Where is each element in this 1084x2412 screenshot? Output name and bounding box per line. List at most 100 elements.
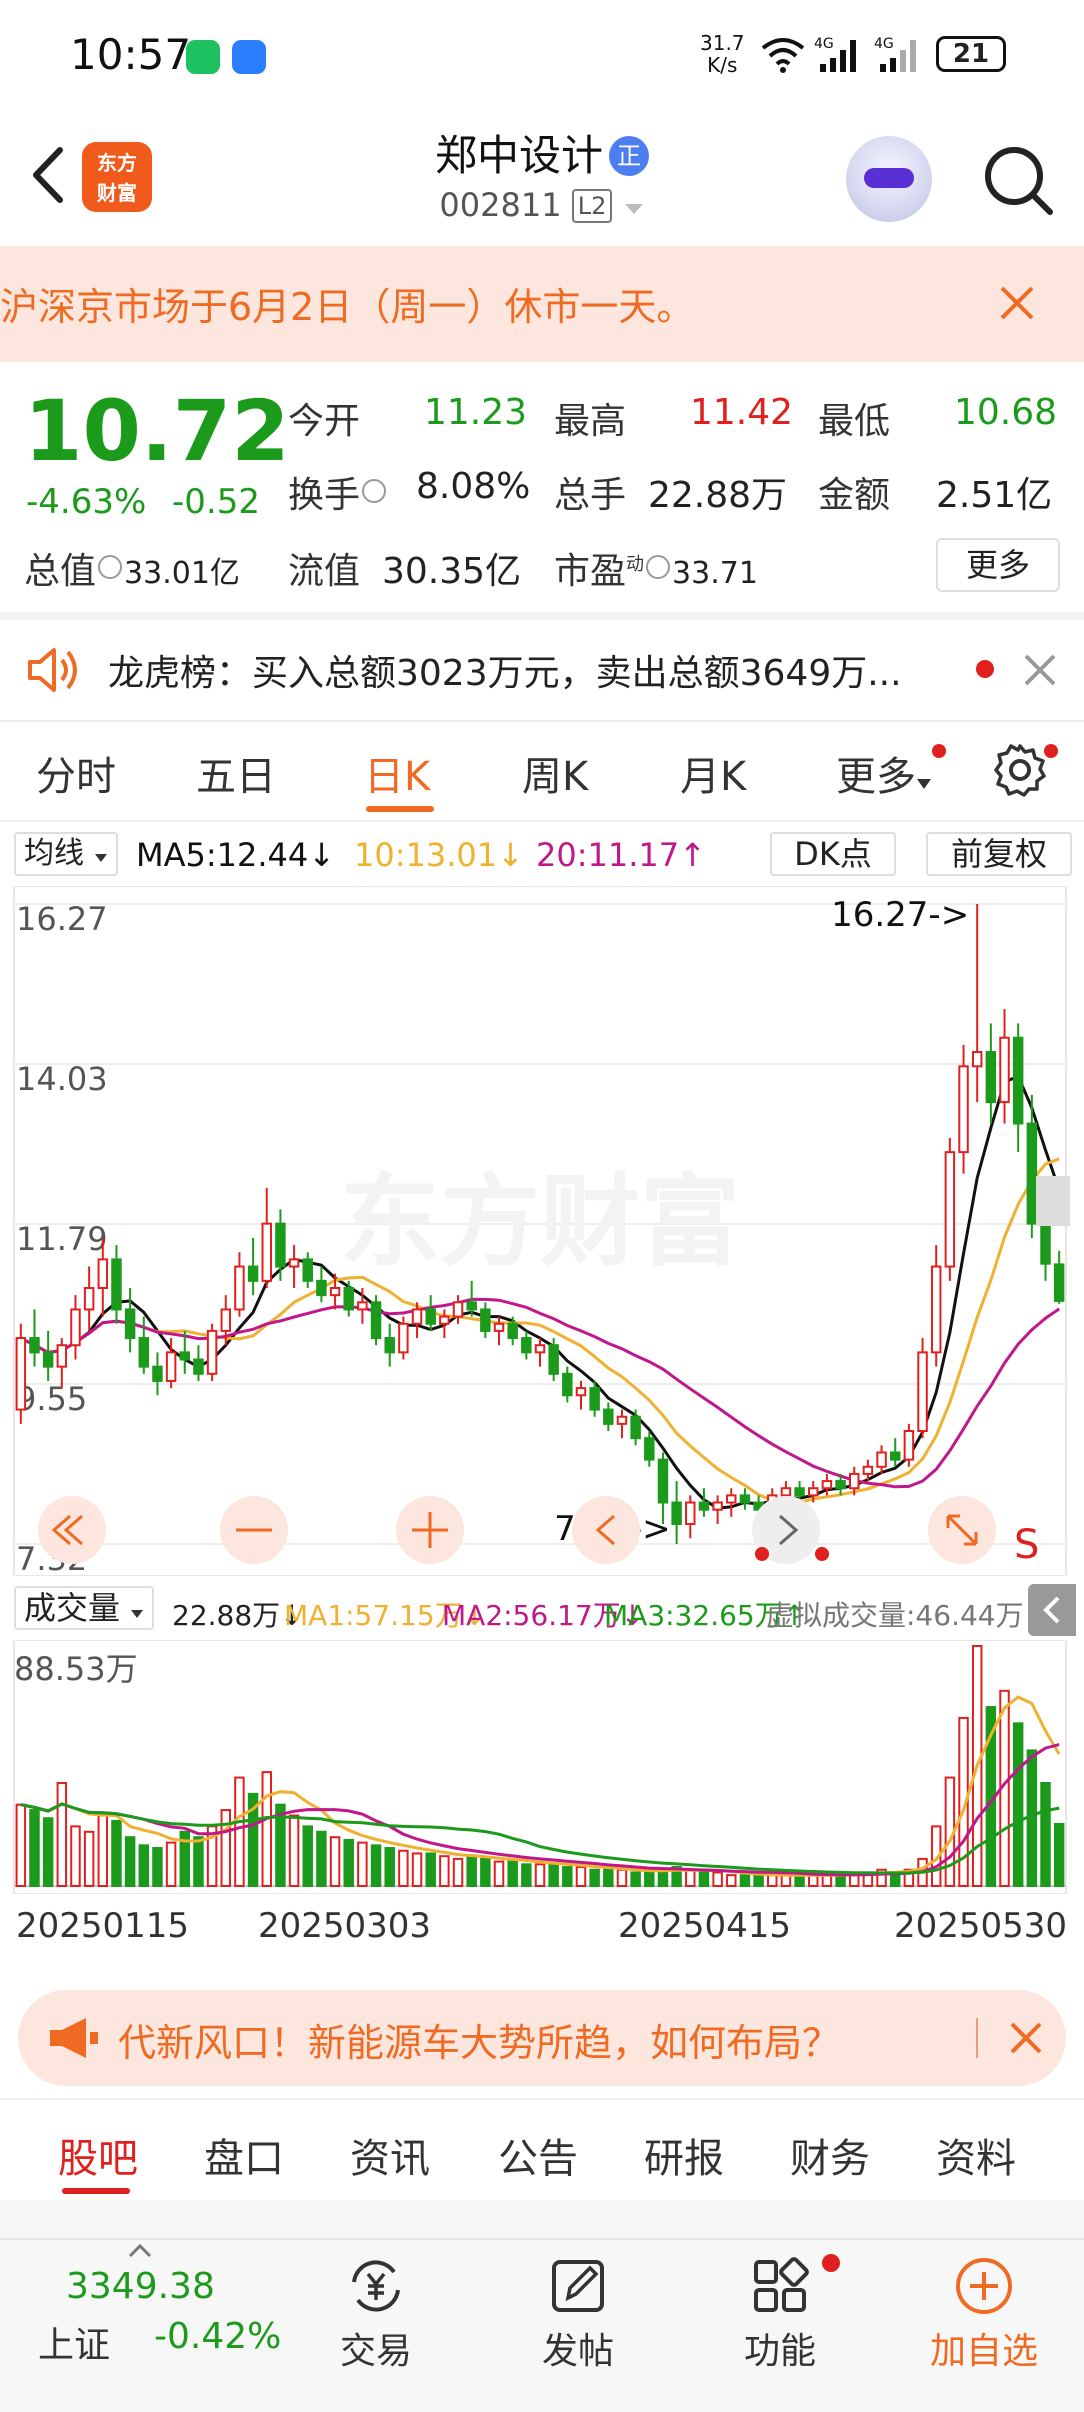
caret-up-icon[interactable] <box>128 2244 152 2258</box>
divider <box>976 2018 978 2058</box>
candle-body <box>56 1344 68 1368</box>
y-axis-labels: 16.2714.0311.799.557.32 <box>16 900 108 1576</box>
nav-post[interactable]: 发帖 <box>508 2254 648 2374</box>
volume-bar <box>562 1866 573 1887</box>
volume-selector[interactable]: 成交量 <box>14 1586 155 1630</box>
signal-icon-1: 4G <box>814 36 856 72</box>
volume-bar <box>808 1874 819 1888</box>
volume-bar <box>1012 1722 1024 1887</box>
tab-profile[interactable]: 资料 <box>936 2126 1016 2184</box>
trade-icon <box>352 2260 400 2312</box>
tab-forum[interactable]: 股吧 <box>58 2126 138 2184</box>
nav-function[interactable]: 功能 <box>710 2254 850 2374</box>
candle-body <box>985 1051 997 1104</box>
volume-bar <box>630 1871 641 1887</box>
turnover-value: 8.08% <box>416 466 531 507</box>
candle-body <box>316 1279 327 1297</box>
dk-point-button[interactable]: DK点 <box>770 832 896 876</box>
candle-body <box>917 1351 928 1433</box>
index-change: -0.42% <box>154 2316 282 2357</box>
more-button[interactable]: 更多 <box>936 538 1060 592</box>
candle-body <box>206 1329 218 1375</box>
volume-bar <box>357 1841 368 1888</box>
y-tick-label: 9.55 <box>16 1380 87 1418</box>
promo-banner[interactable]: 代新风口！新能源车大势所趋，如何布局？ <box>18 1990 1066 2086</box>
volume-bar <box>425 1852 436 1888</box>
info-icon[interactable] <box>362 479 387 503</box>
candle-body <box>835 1480 846 1490</box>
y-tick-label: 11.79 <box>16 1220 108 1258</box>
assistant-robot-icon[interactable] <box>846 136 932 222</box>
index-value[interactable]: 3349.38 <box>66 2266 215 2307</box>
candle-body <box>425 1308 436 1325</box>
caret-down-icon <box>624 204 643 214</box>
volume-chart[interactable]: 88.53万 <box>0 1640 1084 1894</box>
candle-body <box>698 1501 710 1511</box>
stock-code: 002811 <box>439 186 562 224</box>
volume-bar <box>821 1874 833 1888</box>
speaker-icon <box>28 648 77 692</box>
candle-body <box>124 1308 136 1340</box>
volume-bar <box>589 1868 600 1888</box>
change-amount: -0.52 <box>172 482 260 522</box>
pe-label: 市盈 <box>554 551 627 592</box>
megaphone-icon <box>50 2018 98 2058</box>
search-icon[interactable] <box>980 142 1056 218</box>
adjust-button[interactable]: 前复权 <box>926 832 1072 876</box>
tab-research[interactable]: 研报 <box>644 2126 724 2184</box>
candle-body <box>329 1287 341 1297</box>
dragon-tiger-banner[interactable]: 龙虎榜：买入总额3023万元，卖出总额3649万... <box>0 620 1084 720</box>
candle-body <box>111 1258 122 1311</box>
tab-daily-k[interactable]: 日K <box>364 744 430 802</box>
volume-bar <box>234 1776 245 1887</box>
tab-orderbook[interactable]: 盘口 <box>204 2126 284 2184</box>
content-placeholder <box>0 2200 1084 2238</box>
turnover-row[interactable]: 换手 <box>288 466 388 518</box>
nav-trade[interactable]: 交易 <box>306 2254 446 2374</box>
amount-value: 2.51亿 <box>936 475 1053 516</box>
close-icon[interactable] <box>990 276 1044 330</box>
pe-row[interactable]: 市盈动 33.71 <box>554 542 758 594</box>
tab-announcements[interactable]: 公告 <box>498 2126 578 2184</box>
kline-chart[interactable]: 东方财富 16.2714.0311.799.557.32 16.27->7.32… <box>0 886 1084 1576</box>
nav-add-label: 加自选 <box>929 2331 1038 2372</box>
date-tick: 20250115 <box>16 1906 190 1946</box>
pe-value: 33.71 <box>672 556 758 591</box>
market-notice-banner[interactable]: 沪深京市场于6月2日（周一）休市一天。 <box>0 246 1084 362</box>
nav-add-watchlist[interactable]: 加自选 <box>914 2254 1054 2374</box>
volume-bars <box>15 1645 1065 1888</box>
candle-body <box>343 1287 354 1311</box>
unread-dot <box>976 660 994 678</box>
volume-bar <box>56 1781 68 1887</box>
volume-bar <box>411 1852 423 1888</box>
volume-bar <box>507 1860 518 1887</box>
wifi-icon <box>761 38 805 73</box>
volume-max-label: 88.53万 <box>14 1650 138 1688</box>
tab-financials[interactable]: 财务 <box>790 2126 870 2184</box>
tab-five-day[interactable]: 五日 <box>196 744 276 802</box>
info-icon[interactable] <box>98 555 123 579</box>
mktcap-value: 33.01亿 <box>124 556 240 591</box>
tab-monthly-k[interactable]: 月K <box>680 744 746 802</box>
tab-weekly-k[interactable]: 周K <box>522 744 588 802</box>
current-price: 10.72 <box>24 382 290 480</box>
volume-ma-lines <box>20 1695 1061 1877</box>
close-icon[interactable] <box>1018 648 1062 692</box>
volume-bar <box>288 1814 300 1887</box>
volume-bar <box>15 1803 27 1887</box>
chart-controls: S <box>38 1496 1039 1568</box>
close-icon[interactable] <box>1002 2014 1050 2062</box>
volume-ma-line <box>20 1695 1061 1877</box>
tab-intraday[interactable]: 分时 <box>36 744 116 802</box>
ma-selector-label: 均线 <box>24 836 84 871</box>
collapse-panel-button[interactable] <box>1028 1584 1076 1636</box>
volume-bar <box>726 1874 737 1888</box>
candle-body <box>384 1337 395 1354</box>
gear-icon[interactable] <box>992 742 1048 798</box>
tab-news[interactable]: 资讯 <box>350 2126 430 2184</box>
tab-more[interactable]: 更多 <box>836 744 932 802</box>
tab-more-label: 更多 <box>836 754 916 800</box>
mktcap-row[interactable]: 总值 33.01亿 <box>24 542 240 594</box>
info-icon[interactable] <box>646 555 671 579</box>
ma-selector[interactable]: 均线 <box>14 832 118 876</box>
